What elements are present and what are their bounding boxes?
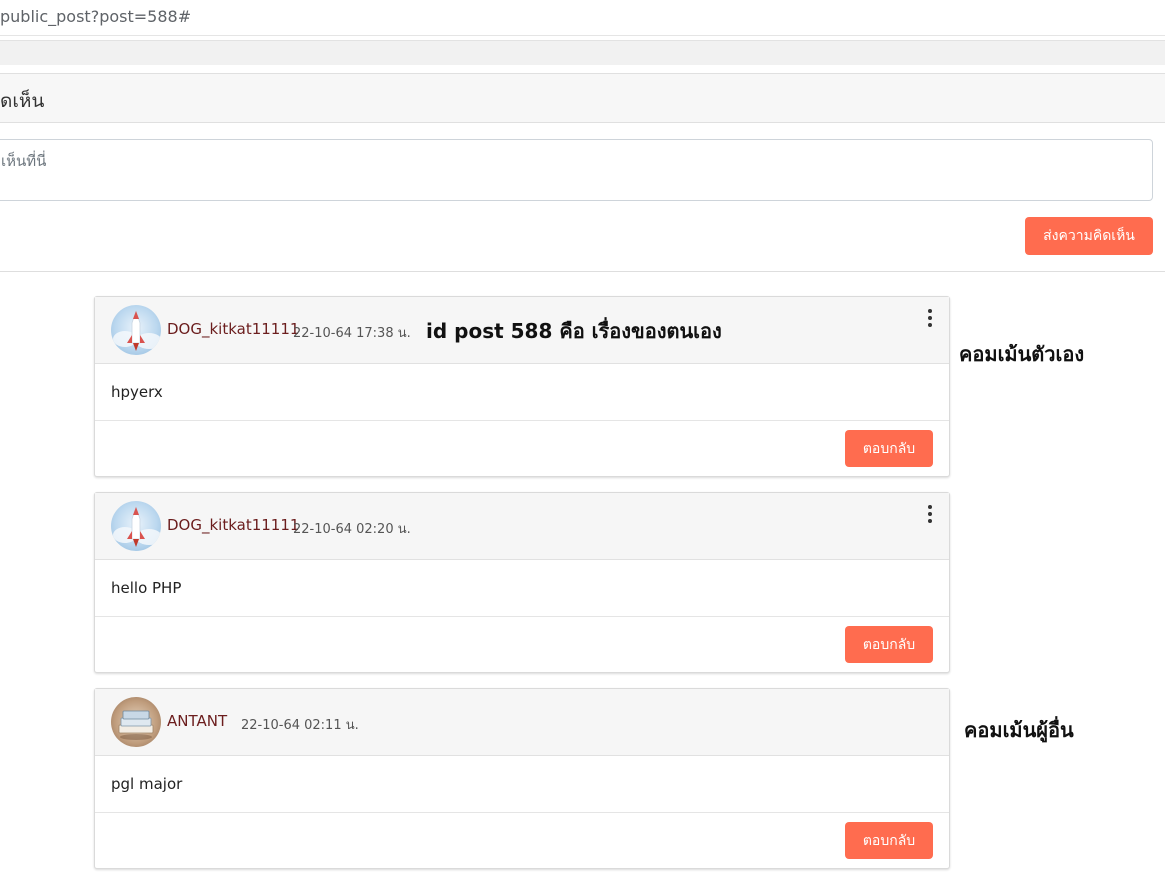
comment-card-footer: ตอบกลับ [95,420,949,477]
send-comment-button[interactable]: ส่งความคิดเห็น [1025,217,1153,255]
comment-card: ANTANT 22-10-64 02:11 น. pgl major ตอบกล… [94,688,950,869]
comment-text: hpyerx [111,383,163,401]
comment-timestamp: 22-10-64 02:11 น. [241,718,359,733]
comment-section-header: ดเห็น [0,73,1165,123]
more-options-icon[interactable] [923,307,937,329]
comment-text: hello PHP [111,579,182,597]
comment-text: pgl major [111,775,183,793]
comment-input[interactable] [0,139,1153,201]
comment-author[interactable]: DOG_kitkat11111 [167,516,299,534]
reply-button[interactable]: ตอบกลับ [845,822,933,859]
comment-timestamp: 22-10-64 17:38 น. [293,326,411,341]
comment-card-header: DOG_kitkat11111 22-10-64 02:20 น. [95,493,949,560]
address-bar[interactable]: public_post?post=588# [0,0,1165,36]
rocket-avatar-icon[interactable] [111,305,161,355]
divider [0,271,1165,272]
other-comment-annotation: คอมเม้นผู้อื่น [964,718,1074,742]
comment-card-header: ANTANT 22-10-64 02:11 น. [95,689,949,756]
comment-author[interactable]: DOG_kitkat11111 [167,320,299,338]
post-id-annotation: id post 588 คือ เรื่องของตนเอง [426,319,722,343]
comment-card-footer: ตอบกลับ [95,812,949,869]
rocket-avatar-icon[interactable] [111,501,161,551]
comment-card: DOG_kitkat11111 22-10-64 02:20 น. hello … [94,492,950,673]
comment-section-title: ดเห็น [0,90,45,112]
comment-author[interactable]: ANTANT [167,712,227,730]
comment-timestamp: 22-10-64 02:20 น. [293,522,411,537]
book-avatar-icon[interactable] [111,697,161,747]
more-options-icon[interactable] [923,503,937,525]
own-comment-annotation: คอมเม้นตัวเอง [959,342,1085,366]
reply-button[interactable]: ตอบกลับ [845,626,933,663]
comment-card-footer: ตอบกลับ [95,616,949,673]
reply-button[interactable]: ตอบกลับ [845,430,933,467]
url-text[interactable]: public_post?post=588# [0,7,191,26]
top-strip [0,40,1165,65]
